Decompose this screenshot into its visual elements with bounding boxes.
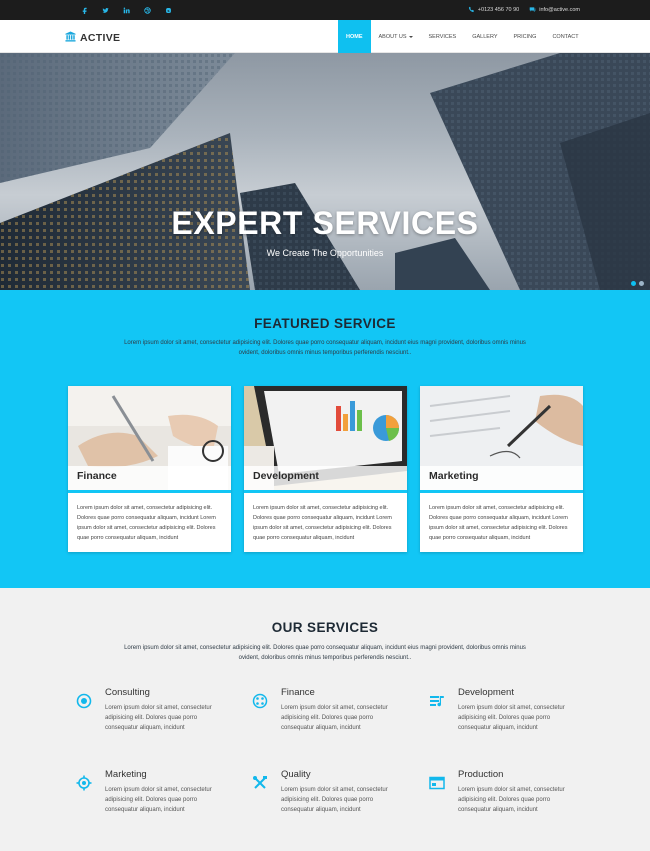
- nav-pricing[interactable]: PRICING: [506, 20, 545, 53]
- nav-home-label: HOME: [346, 33, 363, 40]
- featured-title: FEATURED SERVICE: [254, 316, 396, 331]
- service-name: Marketing: [105, 769, 147, 780]
- email-info: info@active.com: [529, 6, 580, 15]
- service-text: Lorem ipsum dolor sit amet, consectetur …: [458, 787, 565, 813]
- featured-description: Lorem ipsum dolor sit amet, consectetur …: [124, 340, 526, 356]
- hero-slider: EXPERT SERVICES We Create The Opportunit…: [0, 53, 650, 290]
- service-name: Consulting: [105, 687, 150, 698]
- feature-card-label: Finance: [68, 466, 231, 492]
- card-divider: [420, 490, 583, 493]
- facebook-icon[interactable]: [74, 0, 95, 20]
- feature-card-label: Development: [244, 466, 407, 492]
- hero-title: EXPERT SERVICES: [171, 205, 479, 241]
- window-icon: [429, 776, 445, 790]
- nav-pricing-label: PRICING: [513, 33, 537, 40]
- service-name: Production: [458, 769, 504, 780]
- social-links: s: [74, 0, 179, 20]
- nav-about-us-label: ABOUT US: [378, 33, 407, 40]
- logo[interactable]: ACTIVE: [65, 29, 120, 47]
- logo-text: ACTIVE: [80, 32, 121, 44]
- nav-services-label: SERVICES: [428, 33, 457, 40]
- featured-service-section: FEATURED SERVICE Lorem ipsum dolor sit a…: [0, 290, 650, 588]
- nav-home[interactable]: HOME: [338, 20, 371, 53]
- feature-card-marketing[interactable]: Marketing Lorem ipsum dolor sit amet, co…: [420, 386, 583, 552]
- top-bar: s +0123 456 70 90 info@active.com: [0, 0, 650, 20]
- contact-info: +0123 456 70 90 info@active.com: [468, 0, 580, 20]
- email-text[interactable]: info@active.com: [539, 7, 580, 13]
- service-text: Lorem ipsum dolor sit amet, consectetur …: [105, 705, 212, 731]
- phone-info: +0123 456 70 90: [468, 6, 519, 15]
- our-services-title: OUR SERVICES: [271, 620, 379, 635]
- card-divider: [244, 490, 407, 493]
- nav-gallery[interactable]: GALLERY: [464, 20, 505, 53]
- target-icon: [76, 693, 92, 709]
- feature-card-label: Marketing: [420, 466, 583, 492]
- nav-services[interactable]: SERVICES: [421, 20, 465, 53]
- phone-text: +0123 456 70 90: [477, 7, 520, 13]
- phone-icon: [468, 6, 475, 15]
- nav-contact[interactable]: CONTACT: [544, 20, 586, 53]
- dribbble-icon[interactable]: [137, 0, 158, 20]
- service-text: Lorem ipsum dolor sit amet, consectetur …: [458, 705, 565, 731]
- ornament-icon: [252, 693, 268, 709]
- twitter-icon[interactable]: [95, 0, 116, 20]
- service-name: Quality: [281, 769, 311, 780]
- hero-subtitle: We Create The Opportunities: [266, 248, 384, 258]
- our-services-section: OUR SERVICES Lorem ipsum dolor sit amet,…: [0, 588, 650, 851]
- slider-dots: [631, 281, 644, 286]
- service-name: Development: [458, 687, 514, 698]
- main-navbar: ACTIVE HOME ABOUT US SERVICES GALLERY PR…: [0, 20, 650, 53]
- crosshair-icon: [76, 775, 92, 791]
- bank-icon: [65, 29, 76, 47]
- caret-down-icon: [408, 35, 413, 38]
- feature-card-text: Lorem ipsum dolor sit amet, consectetur …: [429, 505, 568, 541]
- feature-card-finance[interactable]: Finance Lorem ipsum dolor sit amet, cons…: [68, 386, 231, 552]
- chat-icon: [529, 6, 536, 15]
- feature-card-development[interactable]: Development Lorem ipsum dolor sit amet, …: [244, 386, 407, 552]
- our-services-description: Lorem ipsum dolor sit amet, consectetur …: [124, 645, 526, 661]
- feature-card-text: Lorem ipsum dolor sit amet, consectetur …: [253, 505, 392, 541]
- nav-contact-label: CONTACT: [552, 33, 579, 40]
- feature-card-text: Lorem ipsum dolor sit amet, consectetur …: [77, 505, 216, 541]
- service-name: Finance: [281, 687, 315, 698]
- service-text: Lorem ipsum dolor sit amet, consectetur …: [105, 787, 212, 813]
- nav-gallery-label: GALLERY: [472, 33, 498, 40]
- linkedin-icon[interactable]: [116, 0, 137, 20]
- tools-icon: [253, 776, 267, 789]
- skype-icon[interactable]: s: [158, 0, 179, 20]
- list-icon: [430, 696, 444, 707]
- svg-text:s: s: [167, 9, 169, 13]
- nav-about-us[interactable]: ABOUT US: [371, 20, 421, 53]
- slider-dot-1[interactable]: [631, 281, 636, 286]
- service-text: Lorem ipsum dolor sit amet, consectetur …: [281, 787, 388, 813]
- slider-dot-2[interactable]: [639, 281, 644, 286]
- service-text: Lorem ipsum dolor sit amet, consectetur …: [281, 705, 388, 731]
- card-divider: [68, 490, 231, 493]
- main-menu: HOME ABOUT US SERVICES GALLERY PRICING C…: [338, 20, 587, 53]
